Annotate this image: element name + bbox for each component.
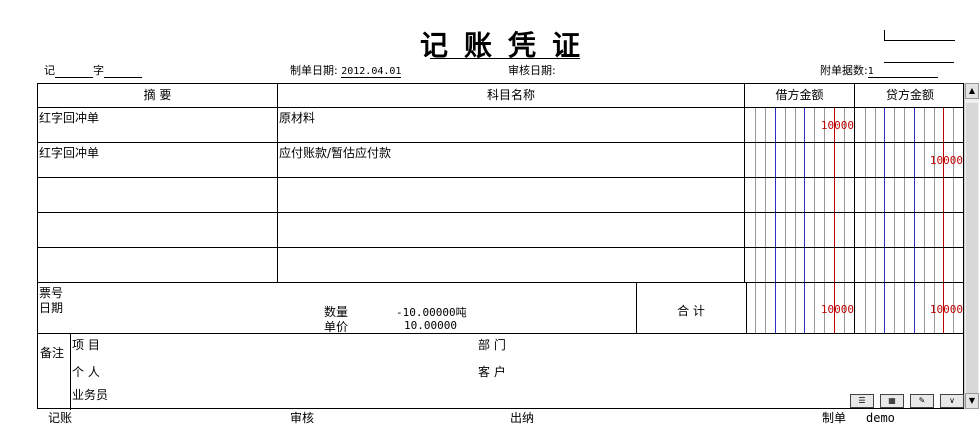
attachments-label: 附单据数: bbox=[820, 64, 868, 77]
ledger-digit-line bbox=[834, 108, 836, 282]
attachments-field[interactable]: 附单据数:1 bbox=[820, 62, 938, 78]
scroll-up-icon[interactable]: ▲ bbox=[965, 83, 979, 99]
voucher-grid: 摘 要 科目名称 借方金额 贷方金额 红字回冲单 原材料 10000 红字回冲单… bbox=[37, 83, 964, 410]
row-5-account[interactable] bbox=[279, 249, 741, 281]
ledger-digit-line bbox=[864, 108, 866, 282]
ledger-digit-line bbox=[814, 108, 816, 282]
row-4-account[interactable] bbox=[279, 214, 741, 246]
voucher-type-label: 记 bbox=[44, 64, 55, 77]
row-2-summary[interactable]: 红字回冲单 bbox=[39, 144, 275, 176]
vertical-scrollbar[interactable]: ▲ ▼ bbox=[964, 83, 979, 409]
ledger-digit-line bbox=[794, 108, 796, 282]
ledger-digit-line bbox=[784, 108, 786, 282]
row-4-summary[interactable] bbox=[39, 214, 275, 246]
note-icon[interactable]: ☰ bbox=[850, 394, 874, 408]
total-debit: 10000 bbox=[820, 303, 854, 316]
cashier-label: 出纳 bbox=[510, 411, 535, 425]
bookkeeper-label: 记账 bbox=[48, 411, 73, 425]
date-field[interactable]: 制单日期: 2012.04.01 bbox=[290, 62, 402, 78]
column-debit: 借方金额 bbox=[775, 88, 824, 102]
column-summary: 摘 要 bbox=[143, 88, 172, 102]
row-2-credit[interactable]: 10000 bbox=[855, 154, 963, 167]
edit-icon[interactable]: ✎ bbox=[910, 394, 934, 408]
person-field[interactable]: 个 人 bbox=[72, 363, 100, 380]
ledger-digit-line bbox=[774, 108, 776, 282]
project-field[interactable]: 项 目 bbox=[72, 336, 100, 353]
ledger-digit-line bbox=[754, 108, 756, 282]
ledger-digit-line bbox=[953, 108, 955, 282]
voucher-number-field[interactable] bbox=[104, 64, 142, 78]
scroll-thumb[interactable] bbox=[966, 103, 978, 393]
price-value: 10.00000 bbox=[404, 319, 457, 332]
maker-value: demo bbox=[866, 411, 895, 425]
ledger-digit-line bbox=[894, 108, 896, 282]
view-icon[interactable]: ▦ bbox=[880, 394, 904, 408]
row-1-debit[interactable]: 10000 bbox=[745, 119, 854, 132]
ledger-digit-line bbox=[904, 108, 906, 282]
dept-field[interactable]: 部 门 bbox=[478, 336, 506, 353]
row-3-summary[interactable] bbox=[39, 179, 275, 211]
ledger-digit-line bbox=[884, 108, 886, 282]
expand-down-icon[interactable]: ∨ bbox=[940, 394, 964, 408]
ledger-digit-line bbox=[764, 108, 766, 282]
total-label: 合 计 bbox=[677, 304, 705, 318]
maker-label: 制单 bbox=[822, 411, 847, 425]
attachments-value[interactable]: 1 bbox=[867, 66, 938, 78]
row-1-account[interactable]: 原材料 bbox=[279, 109, 741, 141]
ticket-label: 票号 bbox=[39, 286, 64, 300]
scroll-down-icon[interactable]: ▼ bbox=[965, 393, 979, 409]
salesman-field[interactable]: 业务员 bbox=[72, 386, 108, 403]
row-3-account[interactable] bbox=[279, 179, 741, 211]
customer-field[interactable]: 客 户 bbox=[478, 363, 506, 380]
voucher-type[interactable]: 记 字 bbox=[44, 62, 142, 78]
voucher-word-label: 字 bbox=[93, 64, 104, 77]
ledger-digit-line bbox=[933, 108, 935, 282]
ledger-digit-line bbox=[874, 108, 876, 282]
date-value[interactable]: 2012.04.01 bbox=[341, 66, 402, 78]
ledger-digit-line bbox=[844, 108, 846, 282]
ledger-digit-line bbox=[923, 108, 925, 282]
row-5-summary[interactable] bbox=[39, 249, 275, 281]
auditor-label: 审核 bbox=[290, 411, 315, 425]
ledger-digit-line bbox=[913, 108, 915, 282]
corner-mark bbox=[884, 30, 955, 41]
remarks-label: 备注 bbox=[40, 346, 65, 360]
date-label: 制单日期: bbox=[290, 64, 338, 77]
row-2-account[interactable]: 应付账款/暂估应付款 bbox=[279, 144, 741, 176]
voucher-type-field[interactable] bbox=[55, 64, 93, 78]
row-1-summary[interactable]: 红字回冲单 bbox=[39, 109, 275, 141]
info-date-label: 日期 bbox=[39, 301, 64, 315]
price-label: 单价 bbox=[324, 320, 349, 334]
audit-date-label: 审核日期: bbox=[508, 64, 556, 77]
title-underline bbox=[430, 58, 580, 59]
total-credit: 10000 bbox=[929, 303, 963, 316]
column-account: 科目名称 bbox=[486, 88, 535, 102]
ledger-digit-line bbox=[824, 108, 826, 282]
qty-value: -10.00000吨 bbox=[396, 306, 467, 319]
ledger-digit-line bbox=[943, 108, 945, 282]
column-credit: 贷方金额 bbox=[885, 88, 934, 102]
ledger-digit-line bbox=[804, 108, 806, 282]
